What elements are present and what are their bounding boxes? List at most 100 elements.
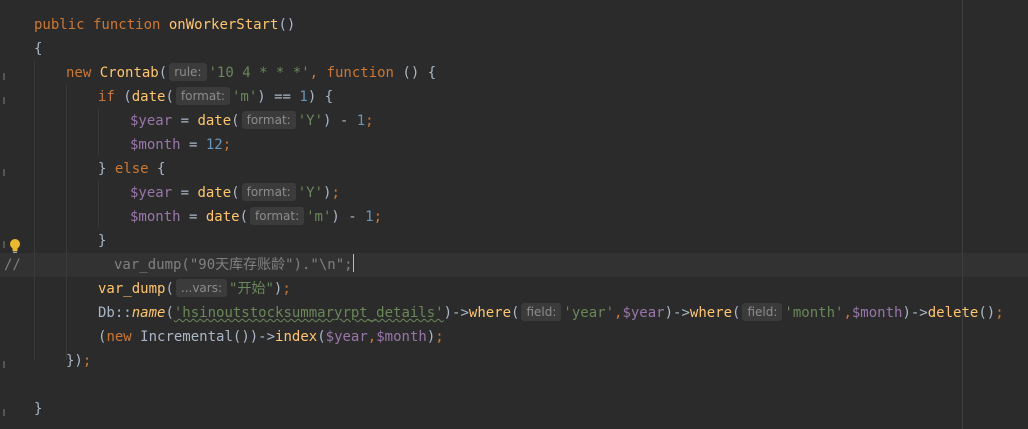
keyword: new bbox=[66, 65, 92, 81]
string-literal: 'year' bbox=[563, 305, 614, 321]
code-line-9[interactable]: $month = date(format:'m') - 1; bbox=[130, 205, 382, 229]
brace: }) bbox=[66, 353, 83, 369]
code-line-17[interactable]: } bbox=[34, 397, 42, 421]
string-literal: 'hsinoutstocksummaryrpt_details' bbox=[173, 305, 444, 321]
punctuation: ( bbox=[511, 305, 520, 321]
variable: $year bbox=[130, 185, 173, 201]
punctuation: ( bbox=[231, 185, 240, 201]
code-line-5[interactable]: $year = date(format: 'Y') - 1; bbox=[130, 109, 374, 133]
semicolon: ; bbox=[995, 305, 1004, 321]
string-literal: '10 4 * * *' bbox=[208, 65, 310, 81]
operator: ) - bbox=[331, 209, 366, 225]
code-line-8[interactable]: $year = date(format: 'Y'); bbox=[130, 181, 340, 205]
method-call: delete bbox=[927, 305, 979, 321]
function-call: date bbox=[131, 89, 166, 105]
static-method: name bbox=[131, 305, 166, 321]
fold-marker[interactable] bbox=[3, 361, 5, 368]
punctuation: ( bbox=[114, 89, 132, 105]
class-name: Incremental bbox=[131, 329, 233, 345]
lightbulb-icon[interactable] bbox=[9, 238, 21, 254]
punctuation: ) { bbox=[307, 89, 334, 105]
punctuation: ( bbox=[239, 209, 249, 225]
code-line-10[interactable]: } bbox=[98, 229, 106, 253]
indent-guide bbox=[98, 180, 99, 228]
code-line-13[interactable]: Db::name('hsinoutstocksummaryrpt_details… bbox=[98, 301, 1004, 325]
function-call: var_dump bbox=[98, 281, 166, 297]
variable: $year bbox=[130, 113, 173, 129]
method-call: index bbox=[275, 329, 318, 345]
parameter-hint: format: bbox=[250, 207, 305, 225]
fold-marker[interactable] bbox=[3, 97, 5, 104]
code-line-15[interactable]: }); bbox=[66, 349, 91, 373]
variable: $month bbox=[130, 137, 181, 153]
number-literal: 12 bbox=[205, 137, 223, 153]
punctuation: ( bbox=[732, 305, 741, 321]
number-literal: 1 bbox=[299, 89, 308, 105]
indent-guide bbox=[34, 60, 35, 360]
semicolon: ; bbox=[331, 185, 340, 201]
semicolon: ; bbox=[435, 329, 444, 345]
brace: { bbox=[34, 41, 43, 57]
code-line-11[interactable]: var_dump("90天库存账龄")."\n"; bbox=[114, 253, 354, 277]
parameter-hint: field: bbox=[742, 303, 783, 321]
commented-code: var_dump("90天库存账龄")."\n"; bbox=[114, 257, 353, 273]
punctuation: () { bbox=[402, 65, 437, 81]
semicolon: ; bbox=[365, 113, 374, 129]
punctuation: ())-> bbox=[232, 329, 276, 345]
punctuation: ( bbox=[165, 281, 174, 297]
function-call: date bbox=[197, 185, 232, 201]
keyword: new bbox=[106, 329, 132, 345]
code-line-6[interactable]: $month = 12; bbox=[130, 133, 231, 157]
variable: $month bbox=[376, 329, 427, 345]
punctuation: ( bbox=[231, 113, 240, 129]
method-call: where bbox=[468, 305, 512, 321]
punctuation: )-> bbox=[443, 305, 469, 321]
code-line-14[interactable]: (new Incremental())->index($year,$month)… bbox=[98, 325, 444, 349]
keyword: else bbox=[114, 161, 149, 177]
function-name: onWorkerStart bbox=[168, 17, 279, 33]
brace: } bbox=[34, 401, 43, 417]
keyword: public function bbox=[34, 17, 161, 33]
parameter-hint: format: bbox=[175, 87, 230, 105]
keyword: if bbox=[98, 89, 115, 105]
code-line-1[interactable]: public function onWorkerStart() bbox=[34, 13, 295, 37]
variable: $year bbox=[325, 329, 368, 345]
parameter-hint: field: bbox=[521, 303, 562, 321]
code-line-7[interactable]: } else { bbox=[98, 157, 165, 181]
variable: $month bbox=[851, 305, 903, 321]
punctuation: ( bbox=[165, 89, 174, 105]
semicolon: ; bbox=[282, 281, 291, 297]
method-call: where bbox=[689, 305, 733, 321]
fold-marker[interactable] bbox=[3, 241, 5, 248]
punctuation: ( bbox=[317, 329, 326, 345]
string-literal: "开始" bbox=[229, 281, 274, 297]
fold-marker[interactable] bbox=[3, 409, 5, 416]
string-literal: 'Y' bbox=[297, 185, 323, 201]
operator: = bbox=[180, 137, 206, 153]
fold-marker[interactable] bbox=[3, 73, 5, 80]
semicolon: ; bbox=[222, 137, 232, 153]
comment-marker: // bbox=[4, 257, 21, 273]
number-literal: 1 bbox=[356, 113, 366, 129]
operator: = bbox=[172, 113, 198, 129]
punctuation: ( bbox=[165, 305, 174, 321]
fold-marker[interactable] bbox=[3, 169, 5, 176]
text-caret bbox=[352, 254, 354, 272]
indent-guide bbox=[66, 84, 67, 360]
function-call: date bbox=[197, 113, 232, 129]
code-editor[interactable]: public function onWorkerStart() { new Cr… bbox=[0, 0, 1028, 429]
right-margin-guide bbox=[962, 0, 963, 429]
code-line-2[interactable]: { bbox=[34, 37, 42, 61]
string-literal: 'm' bbox=[306, 209, 332, 225]
parameter-hint: rule: bbox=[169, 63, 207, 81]
variable: $month bbox=[130, 209, 181, 225]
parameter-hint: format: bbox=[241, 183, 296, 201]
code-line-3[interactable]: new Crontab(rule: '10 4 * * *', function … bbox=[66, 61, 436, 85]
string-literal: 'Y' bbox=[297, 113, 323, 129]
code-line-12[interactable]: var_dump(...vars: "开始"); bbox=[98, 277, 291, 301]
punctuation: , bbox=[309, 65, 319, 81]
operator: ) == bbox=[257, 89, 300, 105]
code-line-4[interactable]: if (date(format:'m') == 1) { bbox=[98, 85, 333, 109]
brace: } bbox=[98, 233, 107, 249]
parameter-hint: format: bbox=[241, 111, 296, 129]
